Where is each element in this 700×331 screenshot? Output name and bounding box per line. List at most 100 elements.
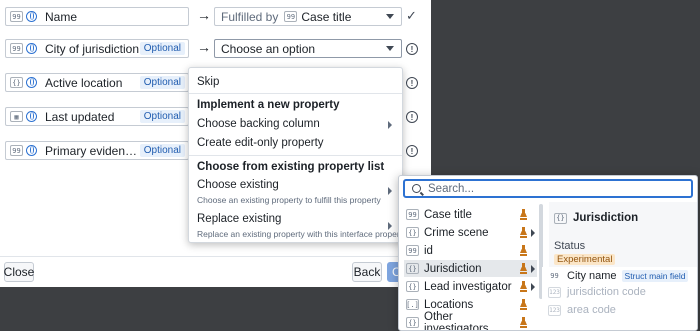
property-label: City of jurisdiction: [45, 41, 140, 56]
experimental-flask-icon: [520, 317, 527, 328]
property-picker-popover: Search... 99 Case title {} Crime scene 9…: [398, 175, 698, 331]
list-item-active[interactable]: {} Jurisdiction: [404, 260, 537, 277]
property-row-name: 99 Name: [5, 7, 189, 26]
list-item-label: Case title: [424, 208, 472, 221]
arrow-right-icon: →: [197, 7, 211, 23]
struct-type-icon: {}: [406, 281, 419, 292]
menu-item-description: Choose an existing property to fulfill t…: [197, 195, 381, 205]
string-type-icon: 99: [284, 11, 298, 22]
date-type-icon: ▦: [10, 111, 23, 122]
choose-option-select[interactable]: Choose an option: [214, 39, 402, 58]
search-icon: [412, 184, 421, 193]
list-item[interactable]: {} Lead investigator: [404, 278, 537, 295]
menu-item-create-edit-only[interactable]: Create edit-only property: [197, 137, 324, 149]
property-detail-pane: {} Jurisdiction Status Experimental: [549, 202, 697, 277]
struct-type-icon: {}: [406, 317, 419, 328]
struct-field-item[interactable]: 123 area code: [548, 304, 616, 316]
struct-type-icon: {}: [406, 227, 419, 238]
menu-item-description: Replace an existing property with this i…: [197, 229, 407, 239]
optional-badge: Optional: [139, 42, 185, 55]
menu-item-choose-existing[interactable]: Choose existing: [197, 179, 279, 191]
back-button[interactable]: Back: [352, 262, 382, 282]
arrow-right-icon: →: [197, 39, 211, 55]
chevron-down-icon: [386, 14, 394, 19]
property-row-last-updated: ▦ Last updated Optional: [5, 107, 189, 126]
experimental-flask-icon: [520, 209, 527, 220]
warning-icon: !: [406, 43, 418, 55]
warning-icon: !: [406, 77, 418, 89]
fulfilled-by-select[interactable]: Fulfilled by 99 Case title: [214, 7, 402, 26]
menu-item-replace-existing[interactable]: Replace existing: [197, 213, 281, 225]
select-placeholder: Choose an option: [221, 41, 316, 56]
chevron-right-icon: [388, 222, 392, 230]
search-placeholder: Search...: [428, 182, 475, 195]
menu-item-choose-backing-column[interactable]: Choose backing column: [197, 118, 320, 130]
struct-type-icon: {}: [406, 263, 419, 274]
list-item[interactable]: 99 Case title: [404, 206, 537, 223]
warning-icon: !: [406, 145, 418, 157]
choose-option-menu: Skip Implement a new property Choose bac…: [188, 67, 407, 243]
experimental-flask-icon: [520, 299, 527, 310]
list-item[interactable]: {} Crime scene: [404, 224, 537, 241]
check-icon: ✓: [406, 8, 417, 23]
selected-property: Case title: [301, 9, 352, 24]
menu-section-header: Implement a new property: [197, 99, 340, 111]
struct-field-item[interactable]: 99 City name Struct main field: [548, 267, 694, 284]
list-item-label: Crime scene: [424, 226, 489, 239]
list-item-label: id: [424, 244, 433, 257]
property-row-active-location: {} Active location Optional: [5, 73, 189, 92]
chevron-right-icon: [531, 282, 535, 291]
experimental-flask-icon: [520, 281, 527, 292]
property-label: Name: [45, 9, 78, 24]
chevron-right-icon: [388, 121, 392, 129]
optional-badge: Optional: [139, 110, 185, 123]
string-type-icon: 99: [10, 11, 23, 22]
list-item-label: Jurisdiction: [424, 262, 482, 275]
globe-icon: [26, 43, 37, 54]
experimental-flask-icon: [520, 227, 527, 238]
list-item-label: Lead investigator: [424, 280, 512, 293]
struct-field-item[interactable]: 123 jurisdiction code: [548, 286, 646, 298]
number-type-icon: 123: [548, 304, 561, 316]
array-type-icon: [.]: [406, 299, 419, 310]
optional-badge: Optional: [139, 144, 185, 157]
list-item-label: Locations: [424, 298, 474, 311]
string-type-icon: 99: [406, 245, 419, 256]
struct-fields-submenu: 99 City name Struct main field 123 juris…: [542, 267, 697, 330]
globe-icon: [26, 77, 37, 88]
experimental-flask-icon: [520, 263, 527, 274]
chevron-right-icon: [388, 187, 392, 195]
struct-field-label: City name: [567, 269, 617, 282]
list-item[interactable]: {} Other investigators: [404, 311, 537, 330]
menu-divider: [189, 93, 402, 94]
string-type-icon: 99: [406, 209, 419, 220]
warning-icon: !: [406, 111, 418, 123]
string-type-icon: 99: [10, 43, 23, 54]
search-input[interactable]: Search...: [403, 179, 693, 198]
struct-field-label: jurisdiction code: [567, 286, 646, 298]
string-type-icon: 99: [550, 271, 559, 280]
number-type-icon: 123: [548, 286, 561, 298]
chevron-right-icon: [531, 264, 535, 273]
globe-icon: [26, 111, 37, 122]
chevron-down-icon: [386, 46, 394, 51]
string-type-icon: 99: [10, 145, 23, 156]
footer-divider: [0, 256, 431, 257]
status-badge: Experimental: [554, 254, 616, 265]
fulfilled-prefix: Fulfilled by: [221, 9, 279, 24]
struct-type-icon: {}: [554, 212, 567, 224]
detail-title: Jurisdiction: [573, 212, 639, 224]
close-button[interactable]: Close: [4, 262, 34, 282]
property-row-primary-evidence: 99 Primary evidence summ... Optional: [5, 141, 189, 160]
property-row-city: 99 City of jurisdiction Optional: [5, 39, 189, 58]
globe-icon: [26, 145, 37, 156]
property-label: Last updated: [45, 109, 115, 124]
optional-badge: Optional: [139, 76, 185, 89]
struct-main-field-badge: Struct main field: [621, 269, 689, 282]
menu-item-skip[interactable]: Skip: [197, 76, 219, 88]
property-label: Primary evidence summ...: [45, 143, 140, 158]
chevron-right-icon: [531, 228, 535, 237]
list-item[interactable]: 99 id: [404, 242, 537, 259]
menu-divider: [189, 155, 402, 156]
struct-type-icon: {}: [10, 77, 23, 88]
